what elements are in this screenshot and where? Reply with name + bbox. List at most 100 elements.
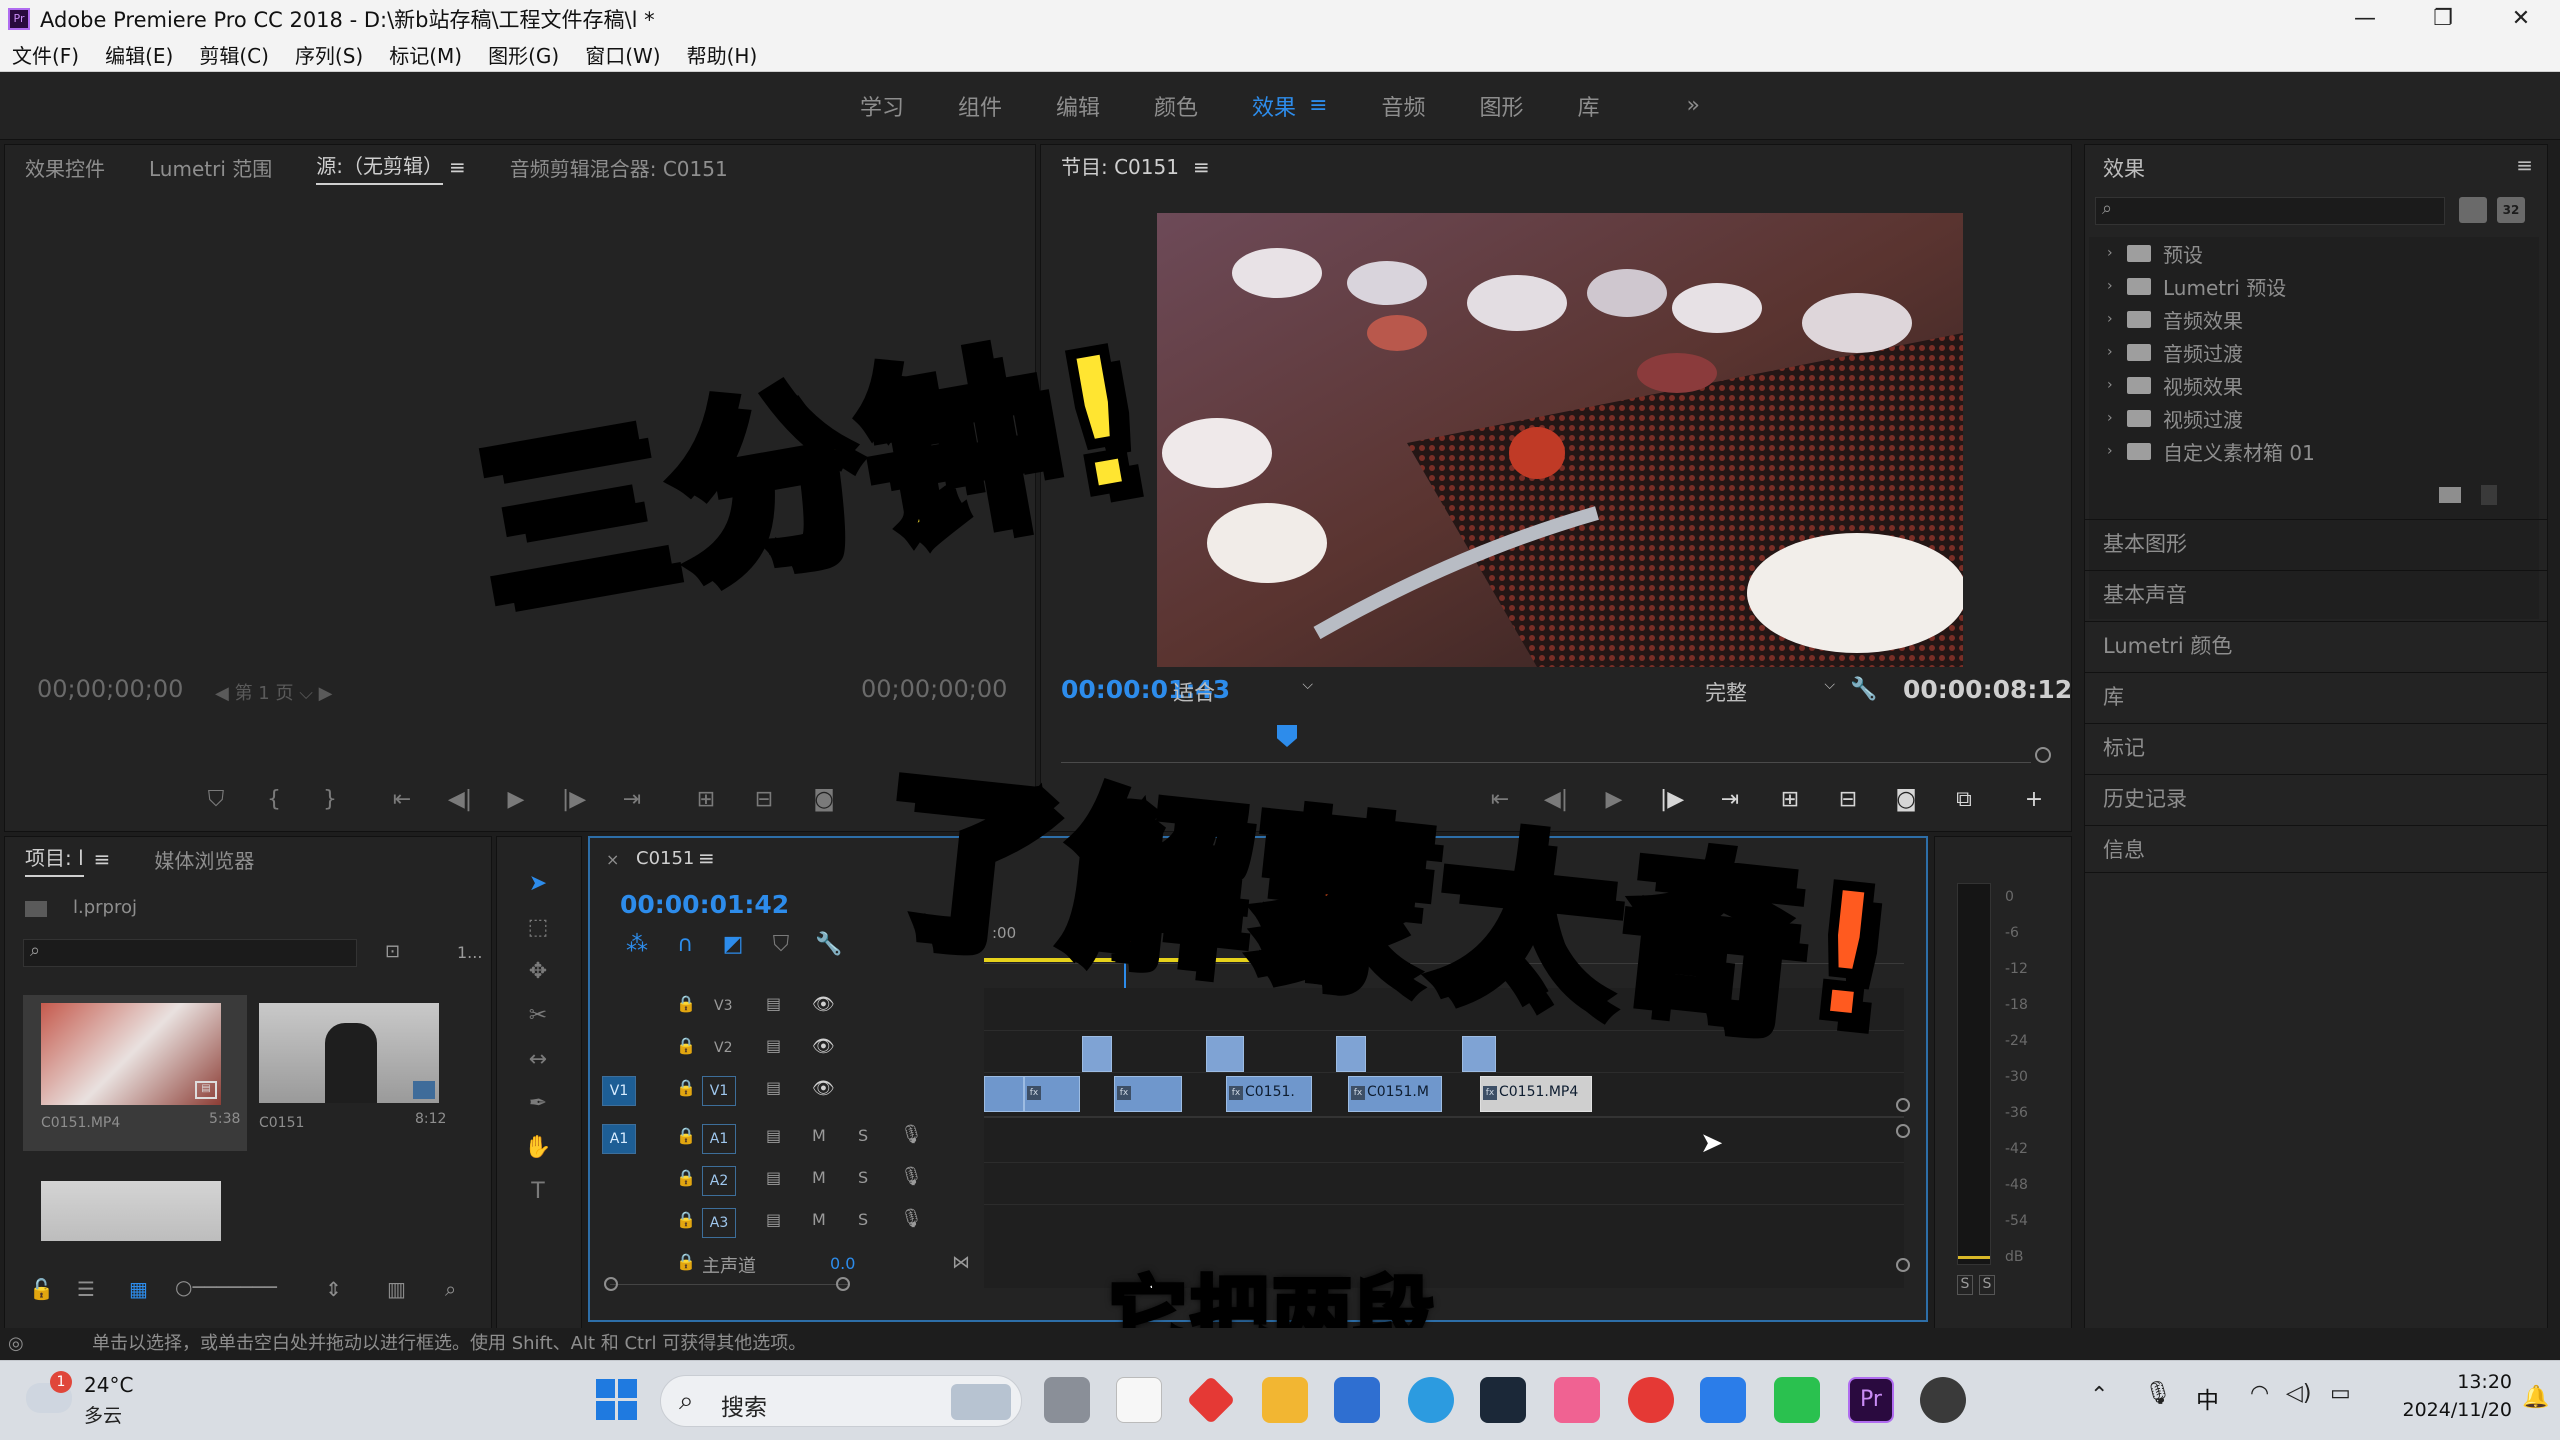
snap-icon[interactable]: ∩ [670,930,700,960]
wrench-icon[interactable]: 🔧 [1849,675,1879,705]
eye-icon[interactable]: 👁 [812,1078,835,1099]
workspace-graphics[interactable]: 图形 [1480,90,1524,122]
tab-lumetri-scopes[interactable]: Lumetri 范围 [149,153,272,182]
minimize-icon[interactable]: — [2326,0,2404,38]
microsoft-store-icon[interactable] [1334,1377,1380,1423]
source-patch-a1[interactable]: A1 [602,1124,636,1154]
start-button-icon[interactable] [596,1379,638,1421]
type-tool-icon[interactable]: T [523,1177,553,1207]
sort-icon[interactable]: ⇕ [325,1277,342,1301]
nest-icon[interactable]: ⁂ [622,930,652,960]
step-back-icon[interactable]: ◀| [445,785,475,815]
lock-icon[interactable]: 🔒 [676,1078,696,1097]
list-view-icon[interactable]: ☰ [77,1277,95,1301]
pen-tool-icon[interactable]: ✒ [523,1089,553,1119]
sync-lock-icon[interactable]: ▤ [766,1126,781,1145]
razor-tool-icon[interactable]: ✂ [523,1001,553,1031]
music-app-icon[interactable] [1554,1377,1600,1423]
overwrite-icon[interactable]: ⊟ [749,785,779,815]
workspace-color[interactable]: 颜色 [1154,90,1198,122]
menu-marker[interactable]: 标记(M) [389,40,462,69]
video-app-icon[interactable] [1700,1377,1746,1423]
workspace-learn[interactable]: 学习 [860,90,904,122]
menu-window[interactable]: 窗口(W) [585,40,660,69]
panel-info[interactable]: 信息 [2085,825,2547,873]
lock-icon[interactable]: 🔒 [676,994,696,1013]
clip-v2[interactable] [1082,1036,1112,1072]
lock-icon[interactable]: 🔓 [29,1277,54,1301]
effects-menu-icon[interactable]: ≡ [2516,153,2533,177]
workspace-editing[interactable]: 编辑 [1056,90,1100,122]
eye-icon[interactable]: 👁 [812,1036,835,1057]
menu-help[interactable]: 帮助(H) [687,40,758,69]
menu-sequence[interactable]: 序列(S) [295,40,363,69]
folder-lumetri-presets[interactable]: › Lumetri 预设 [2107,270,2286,302]
lock-icon[interactable]: 🔒 [676,1252,696,1271]
track-target-a3[interactable]: A3 [702,1208,736,1238]
volume-icon[interactable]: ◁) [2286,1381,2312,1406]
mute-button[interactable]: M [812,1126,826,1145]
slip-tool-icon[interactable]: ↔ [523,1045,553,1075]
accelerated-effects-icon[interactable] [2459,197,2487,223]
mute-button[interactable]: M [812,1210,826,1229]
ripple-edit-tool-icon[interactable]: ✥ [523,957,553,987]
delete-icon[interactable] [2481,485,2497,505]
panel-history[interactable]: 历史记录 [2085,774,2547,822]
clip-v2[interactable] [1206,1036,1244,1072]
close-sequence-icon[interactable]: × [606,850,619,869]
folder-audio-effects[interactable]: › 音频效果 [2107,303,2243,335]
sequence-tab[interactable]: C0151 [636,848,694,869]
clip-v2[interactable] [1336,1036,1366,1072]
selection-tool-icon[interactable]: ➤ [523,869,553,899]
mark-in-icon[interactable]: { [259,785,289,815]
new-bin-icon[interactable] [2439,487,2461,503]
folder-audio-transitions[interactable]: › 音频过渡 [2107,336,2243,368]
menu-clip[interactable]: 剪辑(C) [199,40,269,69]
project-search-input[interactable]: ⌕ [23,939,357,967]
lock-icon[interactable]: 🔒 [676,1126,696,1145]
folder-custom-bin[interactable]: › 自定义素材箱 01 [2107,435,2315,467]
help-icon[interactable] [1408,1377,1454,1423]
track-target-a2[interactable]: A2 [702,1166,736,1196]
tray-overflow-icon[interactable]: ⌃ [2090,1383,2108,1408]
insert-icon[interactable]: ⊞ [691,785,721,815]
program-menu-icon[interactable]: ≡ [1193,155,1210,179]
clock-time[interactable]: 13:20 [2420,1371,2512,1393]
tab-effect-controls[interactable]: 效果控件 [25,153,105,182]
clip-v1-selected[interactable]: fx C0151.MP4 [1480,1076,1592,1112]
sync-lock-icon[interactable]: ▤ [766,1210,781,1229]
effects-search-input[interactable]: ⌕ [2095,197,2445,225]
workspace-assembly[interactable]: 组件 [958,90,1002,122]
project-item-third[interactable] [41,1181,221,1241]
workspace-audio[interactable]: 音频 [1382,90,1426,122]
clip-v2[interactable] [1462,1036,1496,1072]
close-icon[interactable]: ✕ [2482,0,2560,38]
source-patch-v1[interactable]: V1 [602,1076,636,1106]
folder-presets[interactable]: › 预设 [2107,237,2203,269]
collapse-tracks-icon[interactable]: ⋈ [952,1252,970,1273]
sequence-menu-icon[interactable]: ≡ [698,846,715,870]
sync-lock-icon[interactable]: ▤ [766,1078,781,1097]
netease-music-icon[interactable] [1628,1377,1674,1423]
export-frame-icon[interactable]: ◙ [809,785,839,815]
fit-dropdown[interactable]: 适合 ⌵ [1173,677,1313,707]
solo-button[interactable]: S [858,1126,868,1145]
solo-button[interactable]: S [858,1210,868,1229]
microphone-icon[interactable]: 🎙 [900,1166,923,1187]
microphone-icon[interactable]: 🎙 [2144,1381,2172,1406]
32bit-effects-icon[interactable]: 32 [2497,197,2525,223]
mute-button[interactable]: M [812,1168,826,1187]
notepad-icon[interactable] [1116,1377,1162,1423]
ime-indicator[interactable]: 中 [2196,1381,2219,1415]
notification-icon[interactable]: 🔔 [2522,1385,2549,1410]
panel-lumetri-color[interactable]: Lumetri 颜色 [2085,621,2547,669]
page-select[interactable]: ◀ 第 1 页 ⌵ ▶ [215,679,332,705]
audio-scroll-handle-bottom[interactable] [1896,1258,1910,1272]
tab-media-browser[interactable]: 媒体浏览器 [154,845,254,874]
track-target-a1[interactable]: A1 [702,1124,736,1154]
master-volume-value[interactable]: 0.0 [830,1254,855,1273]
clip-v1[interactable]: fx C0151. [1226,1076,1312,1112]
solo-button[interactable]: S [858,1168,868,1187]
weather-temp[interactable]: 24°C [84,1373,133,1397]
clip-v1[interactable]: fx [1024,1076,1080,1112]
